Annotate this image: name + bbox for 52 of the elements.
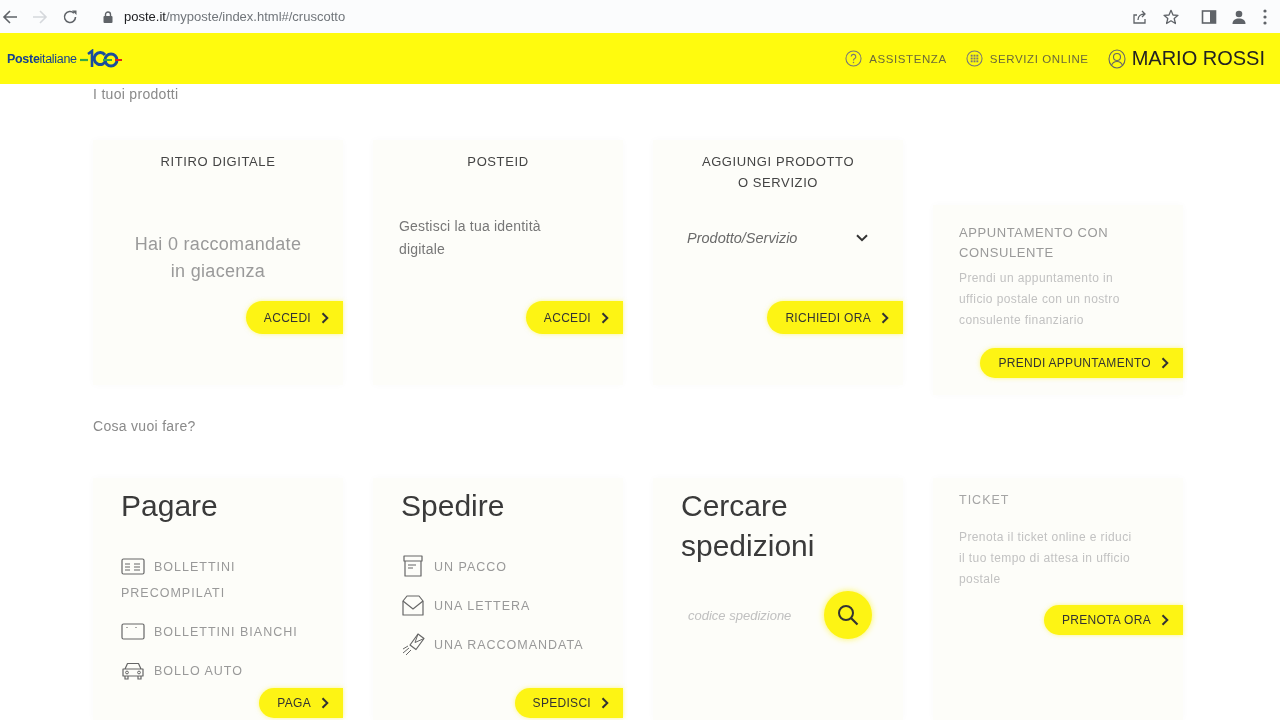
action-button[interactable]: RICHIEDI ORA — [767, 301, 903, 334]
chevron-down-icon[interactable] — [856, 234, 868, 242]
sidebar-icon[interactable] — [1201, 8, 1217, 25]
box-icon — [401, 553, 425, 578]
action-button[interactable]: PAGA — [259, 688, 343, 718]
card-title: TICKET — [959, 492, 1010, 509]
grid-icon — [965, 50, 983, 67]
card-title: POSTEID — [466, 153, 530, 171]
card-title: Spedire — [401, 488, 505, 524]
chevron-right-icon — [321, 697, 329, 709]
search-field[interactable]: codice spedizione — [681, 603, 817, 627]
more-menu-icon[interactable] — [1263, 8, 1267, 25]
action-button[interactable]: SPEDISCI — [514, 688, 623, 718]
action-button[interactable]: ACCEDI — [245, 301, 343, 334]
reload-icon[interactable] — [62, 8, 78, 25]
flying-envelope-icon — [401, 631, 425, 656]
star-icon[interactable] — [1163, 8, 1179, 25]
chevron-right-icon — [1161, 357, 1169, 369]
search-icon — [837, 604, 859, 626]
action-button[interactable]: ACCEDI — [525, 301, 623, 334]
section-heading: Cosa vuoi fare? — [93, 418, 196, 434]
product-dropdown[interactable]: Prodotto/Servizio — [687, 230, 837, 246]
card-title: RITIRO DIGITALE — [159, 153, 277, 171]
url-text: poste.it/myposte/index.html#/cruscotto — [124, 9, 346, 24]
card-description: Prendi un appuntamento in ufficio postale con un nostro consulente finanziario — [959, 270, 1121, 329]
section-heading: I tuoi prodotti — [93, 86, 179, 102]
share-icon[interactable] — [1132, 8, 1148, 25]
header-link[interactable]: SERVIZI ONLINE — [965, 50, 1089, 67]
header-link[interactable]: ASSISTENZA — [845, 50, 947, 67]
card-title: AGGIUNGI PRODOTTO O SERVIZIO — [700, 153, 856, 192]
logo-text[interactable]: Posteitaliane — [7, 51, 77, 66]
lock-icon — [103, 10, 113, 23]
user-icon — [1107, 48, 1126, 69]
help-icon — [845, 50, 863, 67]
profile-icon[interactable] — [1231, 8, 1247, 25]
card-message: Hai 0 raccomandate in giacenza — [133, 233, 303, 283]
card-title: Cercare spedizioni — [681, 488, 816, 564]
card-title: APPUNTAMENTO CON CONSULENTE — [959, 224, 1110, 262]
user-menu[interactable]: MARIO ROSSI — [1107, 47, 1265, 70]
back-arrow-icon[interactable] — [2, 8, 18, 25]
search-button[interactable] — [824, 591, 872, 639]
action-button[interactable]: PRENOTA ORA — [1043, 605, 1183, 635]
chevron-right-icon — [601, 311, 609, 324]
chevron-right-icon — [881, 311, 889, 324]
card-description: Gestisci la tua identità digitale — [399, 217, 542, 259]
chevron-right-icon — [1161, 614, 1169, 626]
chevron-right-icon — [601, 697, 609, 709]
action-button[interactable]: PRENDI APPUNTAMENTO — [980, 348, 1183, 378]
card-title: Pagare — [121, 488, 218, 524]
envelope-icon — [401, 592, 425, 617]
logo-mark-icon — [78, 48, 123, 69]
chevron-right-icon — [321, 311, 329, 324]
